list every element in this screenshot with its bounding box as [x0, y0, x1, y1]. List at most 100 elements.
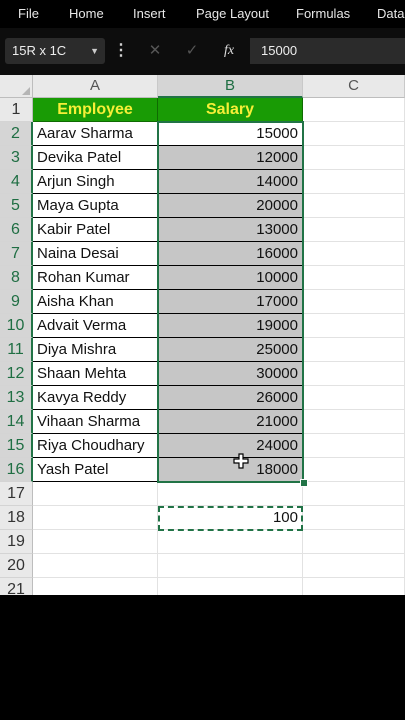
row-header[interactable]: 3 [0, 146, 33, 170]
check-icon[interactable]: ✓ [180, 38, 204, 64]
row-header[interactable]: 17 [0, 482, 33, 506]
column-header-a[interactable]: A [33, 75, 158, 98]
employee-cell[interactable]: Diya Mishra [33, 338, 158, 362]
select-all-button[interactable] [0, 75, 33, 98]
employee-cell[interactable]: Maya Gupta [33, 194, 158, 218]
employee-cell[interactable]: Advait Verma [33, 314, 158, 338]
row-header[interactable]: 12 [0, 362, 33, 386]
salary-cell[interactable]: 20000 [158, 194, 303, 218]
employee-cell[interactable]: Arjun Singh [33, 170, 158, 194]
salary-cell[interactable]: 12000 [158, 146, 303, 170]
row-header[interactable]: 9 [0, 290, 33, 314]
empty-cell[interactable] [303, 530, 405, 554]
row-header[interactable]: 20 [0, 554, 33, 578]
empty-cell[interactable] [303, 578, 405, 595]
empty-cell[interactable] [303, 194, 405, 218]
salary-cell[interactable]: 30000 [158, 362, 303, 386]
empty-cell[interactable] [303, 146, 405, 170]
empty-cell[interactable] [303, 170, 405, 194]
empty-cell[interactable] [303, 314, 405, 338]
employee-cell[interactable]: Vihaan Sharma [33, 410, 158, 434]
employee-cell[interactable]: Devika Patel [33, 146, 158, 170]
row-header[interactable]: 8 [0, 266, 33, 290]
formula-input[interactable]: 15000 [250, 38, 405, 64]
employee-cell[interactable]: Yash Patel [33, 458, 158, 482]
row-header[interactable]: 21 [0, 578, 33, 595]
employee-cell[interactable]: Kavya Reddy [33, 386, 158, 410]
salary-cell[interactable]: 15000 [158, 122, 303, 146]
salary-cell[interactable] [158, 578, 303, 595]
column-header-c[interactable]: C [303, 75, 405, 98]
employee-cell[interactable] [33, 578, 158, 595]
salary-cell[interactable]: 18000 [158, 458, 303, 482]
name-box[interactable]: 15R x 1C ▼ [5, 38, 105, 64]
salary-cell[interactable]: 26000 [158, 386, 303, 410]
menu-data[interactable]: Data [377, 0, 404, 28]
employee-cell[interactable]: Riya Choudhary [33, 434, 158, 458]
row-header[interactable]: 10 [0, 314, 33, 338]
column-header-b[interactable]: B [158, 75, 303, 98]
empty-cell[interactable] [303, 242, 405, 266]
empty-cell[interactable] [303, 362, 405, 386]
row-header[interactable]: 18 [0, 506, 33, 530]
empty-cell[interactable] [303, 482, 405, 506]
insert-function-icon[interactable]: fx [218, 38, 240, 64]
row-header[interactable]: 1 [0, 98, 33, 122]
empty-cell[interactable] [303, 506, 405, 530]
menu-file[interactable]: File [18, 0, 39, 28]
empty-cell[interactable] [303, 122, 405, 146]
menu-insert[interactable]: Insert [133, 0, 166, 28]
employee-cell[interactable] [33, 506, 158, 530]
empty-cell[interactable] [303, 218, 405, 242]
more-options-icon[interactable]: ⋮ [113, 38, 129, 64]
empty-cell[interactable] [303, 386, 405, 410]
fill-handle[interactable] [300, 479, 308, 487]
employee-cell[interactable] [33, 530, 158, 554]
empty-cell[interactable] [303, 554, 405, 578]
empty-cell[interactable] [303, 434, 405, 458]
employee-cell[interactable]: Kabir Patel [33, 218, 158, 242]
row-header[interactable]: 15 [0, 434, 33, 458]
salary-cell[interactable]: 100 [158, 506, 303, 530]
empty-cell[interactable] [303, 98, 405, 122]
salary-cell[interactable]: 17000 [158, 290, 303, 314]
row-header[interactable]: 7 [0, 242, 33, 266]
employee-cell[interactable]: Rohan Kumar [33, 266, 158, 290]
salary-cell[interactable] [158, 530, 303, 554]
salary-cell[interactable]: 10000 [158, 266, 303, 290]
row-header[interactable]: 4 [0, 170, 33, 194]
chevron-down-icon[interactable]: ▼ [90, 38, 99, 64]
menu-home[interactable]: Home [69, 0, 104, 28]
employee-cell[interactable]: Aarav Sharma [33, 122, 158, 146]
row-header[interactable]: 14 [0, 410, 33, 434]
salary-cell[interactable]: 25000 [158, 338, 303, 362]
employee-cell[interactable]: Naina Desai [33, 242, 158, 266]
salary-cell[interactable]: 14000 [158, 170, 303, 194]
empty-cell[interactable] [303, 290, 405, 314]
row-header[interactable]: 5 [0, 194, 33, 218]
header-cell-employee[interactable]: Employee [33, 98, 158, 122]
salary-cell[interactable]: 13000 [158, 218, 303, 242]
employee-cell[interactable]: Shaan Mehta [33, 362, 158, 386]
empty-cell[interactable] [303, 338, 405, 362]
header-cell-salary[interactable]: Salary [158, 98, 303, 122]
row-header[interactable]: 16 [0, 458, 33, 482]
salary-cell[interactable] [158, 554, 303, 578]
row-header[interactable]: 11 [0, 338, 33, 362]
menu-formulas[interactable]: Formulas [296, 0, 350, 28]
empty-cell[interactable] [303, 266, 405, 290]
salary-cell[interactable]: 19000 [158, 314, 303, 338]
employee-cell[interactable]: Aisha Khan [33, 290, 158, 314]
salary-cell[interactable] [158, 482, 303, 506]
row-header[interactable]: 6 [0, 218, 33, 242]
cancel-icon[interactable]: ✕ [145, 38, 165, 64]
row-header[interactable]: 2 [0, 122, 33, 146]
menu-page-layout[interactable]: Page Layout [196, 0, 269, 28]
employee-cell[interactable] [33, 554, 158, 578]
employee-cell[interactable] [33, 482, 158, 506]
salary-cell[interactable]: 16000 [158, 242, 303, 266]
row-header[interactable]: 13 [0, 386, 33, 410]
empty-cell[interactable] [303, 458, 405, 482]
row-header[interactable]: 19 [0, 530, 33, 554]
salary-cell[interactable]: 21000 [158, 410, 303, 434]
